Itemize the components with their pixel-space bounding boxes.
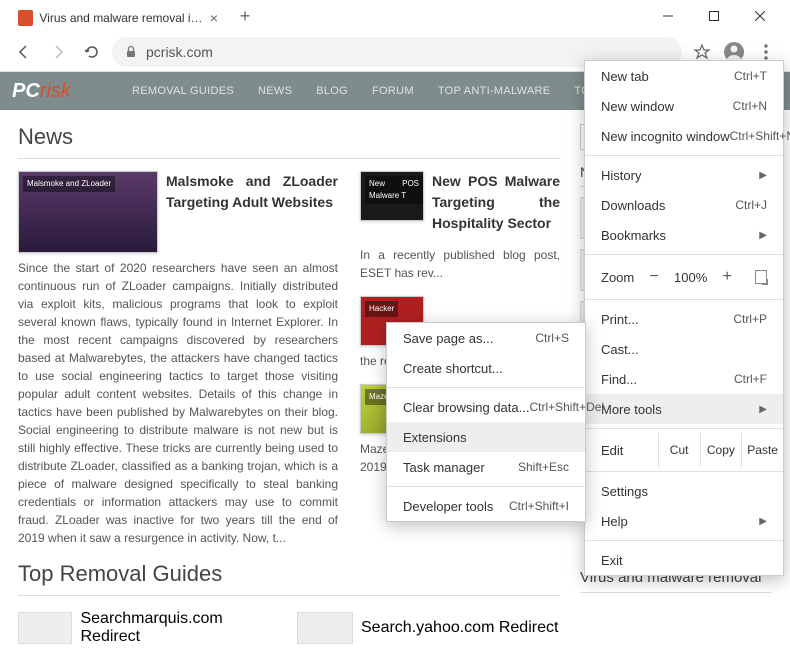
menu-help[interactable]: Help▶	[585, 506, 783, 536]
forward-button[interactable]	[44, 38, 72, 66]
tab-title: Virus and malware removal instr	[39, 11, 203, 25]
guide-title: Searchmarquis.com Redirect	[80, 610, 281, 646]
menu-exit[interactable]: Exit	[585, 545, 783, 575]
zoom-out-button[interactable]: −	[644, 268, 664, 286]
menu-cast[interactable]: Cast...	[585, 334, 783, 364]
section-removal-heading: Top Removal Guides	[18, 561, 560, 596]
favicon-icon	[18, 10, 33, 26]
back-button[interactable]	[10, 38, 38, 66]
submenu-save-page[interactable]: Save page as...Ctrl+S	[387, 323, 585, 353]
edit-cut[interactable]: Cut	[658, 433, 700, 467]
edit-paste[interactable]: Paste	[741, 433, 783, 467]
fullscreen-icon[interactable]	[755, 270, 767, 284]
site-logo[interactable]: PCrisk	[0, 72, 120, 110]
submenu-create-shortcut[interactable]: Create shortcut...	[387, 353, 585, 383]
minimize-icon[interactable]	[646, 2, 690, 30]
nav-blog[interactable]: BLOG	[304, 72, 360, 110]
more-tools-submenu: Save page as...Ctrl+S Create shortcut...…	[386, 322, 586, 522]
chrome-main-menu: New tabCtrl+T New windowCtrl+N New incog…	[584, 60, 784, 576]
article-thumbnail: Malsmoke and ZLoader	[18, 171, 158, 253]
browser-tab[interactable]: Virus and malware removal instr ×	[8, 3, 228, 33]
menu-zoom: Zoom − 100% +	[585, 259, 783, 295]
submenu-task-manager[interactable]: Task managerShift+Esc	[387, 452, 585, 482]
url-text: pcrisk.com	[146, 44, 213, 60]
article-pos-malware[interactable]: New POS Malware T New POS Malware Target…	[360, 171, 560, 282]
chevron-right-icon: ▶	[759, 404, 767, 415]
menu-incognito[interactable]: New incognito windowCtrl+Shift+N	[585, 121, 783, 151]
menu-new-window[interactable]: New windowCtrl+N	[585, 91, 783, 121]
nav-news[interactable]: NEWS	[246, 72, 304, 110]
nav-anti-malware[interactable]: TOP ANTI-MALWARE	[426, 72, 563, 110]
article-title: New POS Malware Targeting the Hospitalit…	[432, 171, 560, 234]
nav-removal-guides[interactable]: REMOVAL GUIDES	[120, 72, 246, 110]
guide-yahoo[interactable]: Search.yahoo.com Redirect	[297, 610, 560, 646]
article-title: Malsmoke and ZLoader Targeting Adult Web…	[166, 171, 338, 247]
lock-icon	[124, 45, 138, 59]
guide-title: Search.yahoo.com Redirect	[361, 619, 558, 637]
guide-thumbnail	[18, 612, 72, 644]
article-malsmoke[interactable]: Malsmoke and ZLoader Malsmoke and ZLoade…	[18, 171, 338, 547]
window-titlebar: Virus and malware removal instr × +	[0, 0, 790, 32]
nav-forum[interactable]: FORUM	[360, 72, 426, 110]
edit-copy[interactable]: Copy	[700, 433, 742, 467]
section-news-heading: News	[18, 124, 560, 159]
menu-more-tools[interactable]: More tools▶	[585, 394, 783, 424]
new-tab-button[interactable]: +	[232, 3, 258, 29]
chevron-right-icon: ▶	[759, 516, 767, 527]
menu-new-tab[interactable]: New tabCtrl+T	[585, 61, 783, 91]
maximize-icon[interactable]	[692, 2, 736, 30]
article-body: Since the start of 2020 researchers have…	[18, 259, 338, 547]
chevron-right-icon: ▶	[759, 170, 767, 181]
submenu-extensions[interactable]: Extensions	[387, 422, 585, 452]
menu-print[interactable]: Print...Ctrl+P	[585, 304, 783, 334]
chevron-right-icon: ▶	[759, 230, 767, 241]
submenu-dev-tools[interactable]: Developer toolsCtrl+Shift+I	[387, 491, 585, 521]
submenu-clear-data[interactable]: Clear browsing data...Ctrl+Shift+Del	[387, 392, 585, 422]
window-close-icon[interactable]	[738, 2, 782, 30]
menu-bookmarks[interactable]: Bookmarks▶	[585, 220, 783, 250]
zoom-value: 100%	[674, 270, 707, 285]
guide-searchmarquis[interactable]: Searchmarquis.com Redirect	[18, 610, 281, 646]
reload-button[interactable]	[78, 38, 106, 66]
guide-thumbnail	[297, 612, 353, 644]
close-tab-icon[interactable]: ×	[210, 10, 218, 26]
menu-downloads[interactable]: DownloadsCtrl+J	[585, 190, 783, 220]
menu-settings[interactable]: Settings	[585, 476, 783, 506]
menu-history[interactable]: History▶	[585, 160, 783, 190]
menu-find[interactable]: Find...Ctrl+F	[585, 364, 783, 394]
zoom-in-button[interactable]: +	[717, 268, 737, 286]
article-thumbnail: New POS Malware T	[360, 171, 424, 221]
article-body: In a recently published blog post, ESET …	[360, 246, 560, 282]
menu-edit: Edit Cut Copy Paste	[585, 433, 783, 467]
